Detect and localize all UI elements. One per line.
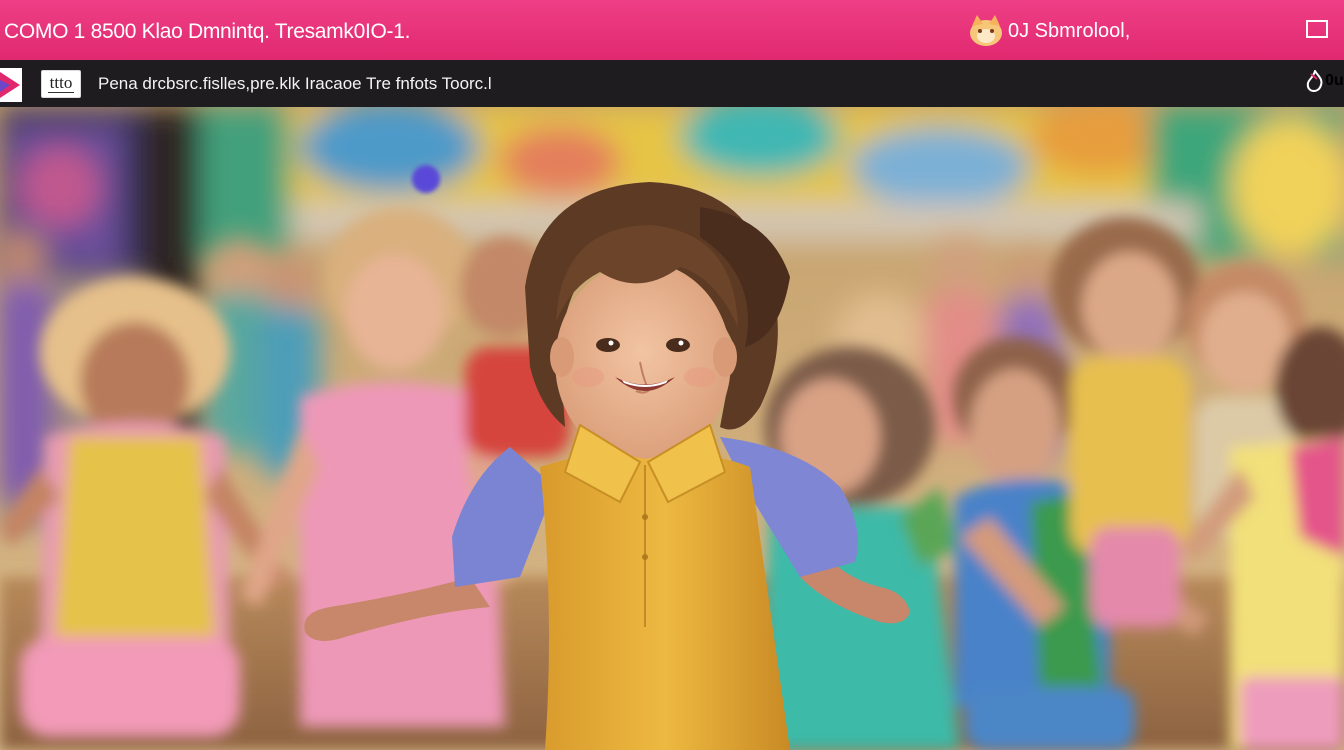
video-frame [0, 107, 1344, 750]
toolbar-badge-button[interactable]: ttto [41, 70, 81, 98]
maximize-icon[interactable] [1306, 20, 1328, 38]
window-title: COMO 1 8500 Klao Dmnintq. Tresamk0IO-1. [4, 20, 411, 43]
status-indicator[interactable]: 0J Sbmrolool, [968, 14, 1130, 48]
toolbar-right-label: 0u [1325, 72, 1344, 89]
toolbar-right-button[interactable]: 0u [1306, 70, 1344, 92]
flame-icon [1306, 70, 1323, 92]
app-logo-icon [0, 68, 22, 102]
kids-dancing-image [0, 107, 1344, 750]
status-text: 0J Sbmrolool, [1008, 19, 1131, 42]
fox-face-icon [970, 15, 1002, 46]
title-bar: COMO 1 8500 Klao Dmnintq. Tresamk0IO-1. … [0, 0, 1344, 60]
toolbar-badge-label: ttto [48, 73, 74, 93]
toolbar-path[interactable]: Pena drcbsrc.fislles,pre.klk Iracaoe Tre… [98, 74, 492, 94]
